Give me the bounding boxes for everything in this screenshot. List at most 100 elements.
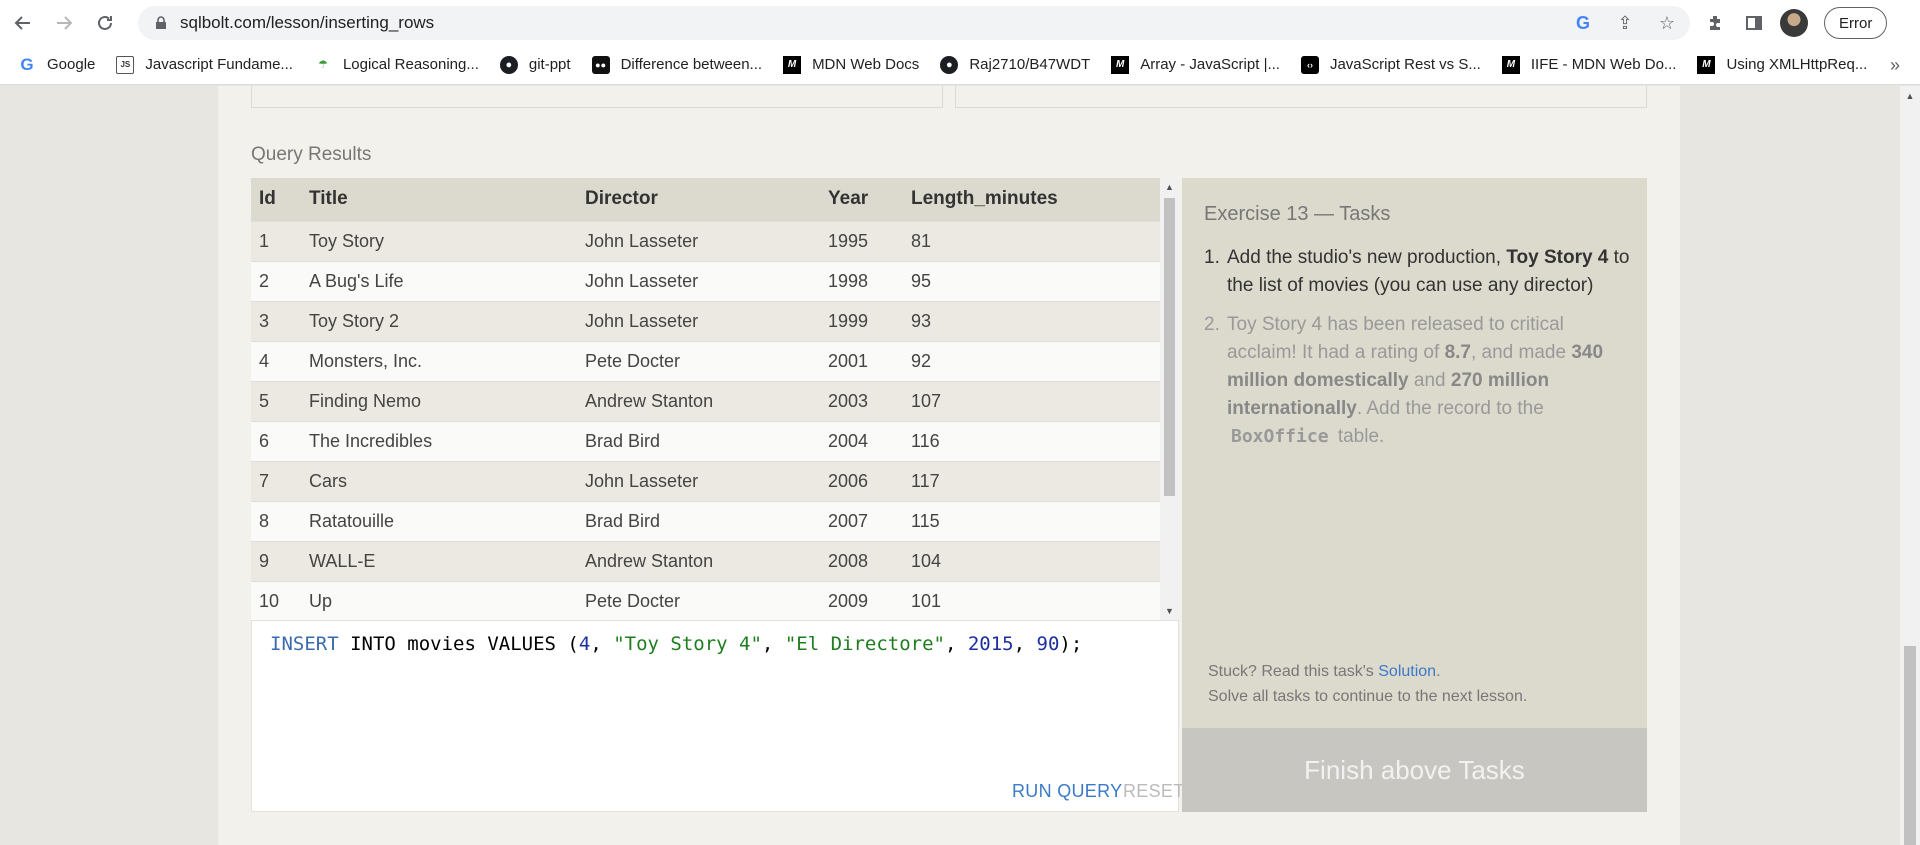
- cell-title: Finding Nemo: [301, 380, 577, 421]
- bookmark-using-xmlhttprequest[interactable]: M Using XMLHttpReq...: [1697, 55, 1867, 74]
- cell-id: 1: [251, 220, 301, 261]
- cell-id: 6: [251, 420, 301, 461]
- code-icon: ‹›: [1300, 55, 1319, 74]
- error-button[interactable]: Error: [1824, 7, 1888, 39]
- bookmark-raj2710[interactable]: ● Raj2710/B47WDT: [940, 55, 1090, 74]
- bookmark-difference-between[interactable]: ●● Difference between...: [591, 55, 762, 74]
- table-row: 9 WALL-E Andrew Stanton 2008 104: [251, 540, 1160, 581]
- cell-length: 101: [903, 580, 1160, 620]
- cell-year: 1999: [820, 300, 903, 341]
- cell-director: John Lasseter: [577, 300, 820, 341]
- tasks-title: Exercise 13 — Tasks: [1204, 203, 1391, 225]
- cell-title: The Incredibles: [301, 420, 577, 461]
- cell-year: 2003: [820, 380, 903, 421]
- cell-title: Toy Story: [301, 220, 577, 261]
- cell-director: Brad Bird: [577, 500, 820, 541]
- bookmark-google[interactable]: G Google: [18, 55, 95, 74]
- more-bookmarks-icon[interactable]: »: [1890, 45, 1900, 85]
- cell-title: Ratatouille: [301, 500, 577, 541]
- cell-length: 116: [903, 420, 1160, 461]
- page-content: Query Results Id Title Director Year Len…: [0, 86, 1920, 845]
- page-scroll-thumb[interactable]: [1904, 646, 1916, 845]
- side-panel-icon[interactable]: [1742, 11, 1766, 35]
- scroll-up-arrow-icon[interactable]: ▲: [1160, 178, 1179, 196]
- bookmark-mdn-web-docs[interactable]: M MDN Web Docs: [783, 55, 919, 74]
- task-item-2: 2. Toy Story 4 has been released to criti…: [1204, 314, 1604, 447]
- cell-length: 81: [903, 220, 1160, 261]
- cell-director: Pete Docter: [577, 340, 820, 381]
- run-query-button[interactable]: RUN QUERY: [1012, 781, 1122, 802]
- results-table-container: Id Title Director Year Length_minutes 1T…: [251, 178, 1179, 620]
- cell-id: 7: [251, 460, 301, 501]
- medium-icon: ●●: [591, 55, 610, 74]
- table-row: 7 Cars John Lasseter 2006 117: [251, 460, 1160, 501]
- cell-director: Andrew Stanton: [577, 540, 820, 581]
- leaf-icon: ☂: [318, 59, 328, 71]
- cell-length: 104: [903, 540, 1160, 581]
- reload-icon[interactable]: [87, 5, 123, 41]
- cell-id: 4: [251, 340, 301, 381]
- lock-icon: [156, 16, 166, 29]
- profile-avatar[interactable]: [1780, 9, 1808, 37]
- mdn-icon: M: [1697, 55, 1716, 74]
- task-list: 1. Add the studio's new production, Toy S…: [1204, 244, 1634, 451]
- lesson-container: Query Results Id Title Director Year Len…: [218, 86, 1680, 845]
- cell-director: Brad Bird: [577, 420, 820, 461]
- cell-year: 1995: [820, 220, 903, 261]
- cell-director: John Lasseter: [577, 260, 820, 301]
- results-scrollbar[interactable]: ▲ ▼: [1160, 178, 1179, 620]
- solution-link[interactable]: Solution: [1378, 663, 1436, 680]
- results-table: Id Title Director Year Length_minutes 1T…: [251, 178, 1160, 620]
- bookmark-javascript-fundamentals[interactable]: JS Javascript Fundame...: [116, 55, 293, 74]
- bookmark-git-ppt[interactable]: ● git-ppt: [499, 55, 571, 74]
- page-scroll-up-icon[interactable]: ▲: [1900, 88, 1920, 104]
- cell-length: 95: [903, 260, 1160, 301]
- star-icon[interactable]: ☆: [1656, 12, 1678, 34]
- github-icon: ●: [499, 55, 518, 74]
- bookmark-javascript-rest[interactable]: ‹› JavaScript Rest vs S...: [1300, 55, 1481, 74]
- google-lens-icon[interactable]: G: [1572, 12, 1594, 34]
- cell-director: John Lasseter: [577, 460, 820, 501]
- stuck-hint: Stuck? Read this task's Solution. Solve …: [1208, 663, 1528, 705]
- share-icon[interactable]: ⇪: [1614, 12, 1636, 34]
- previous-panel-left: [251, 86, 943, 108]
- back-arrow-icon[interactable]: [5, 5, 41, 41]
- table-row: 4 Monsters, Inc. Pete Docter 2001 92: [251, 340, 1160, 381]
- scroll-down-arrow-icon[interactable]: ▼: [1160, 602, 1179, 620]
- column-header-year: Year: [820, 178, 903, 221]
- cell-year: 2004: [820, 420, 903, 461]
- bookmark-array-javascript[interactable]: M Array - JavaScript |...: [1111, 55, 1280, 74]
- cell-length: 107: [903, 380, 1160, 421]
- cell-director: Pete Docter: [577, 580, 820, 620]
- cell-id: 5: [251, 380, 301, 421]
- sql-code[interactable]: INSERT INTO movies VALUES (4, "Toy Story…: [270, 633, 1082, 655]
- address-bar[interactable]: sqlbolt.com/lesson/inserting_rows G ⇪ ☆: [138, 6, 1690, 40]
- url-text[interactable]: sqlbolt.com/lesson/inserting_rows: [180, 13, 434, 33]
- column-header-director: Director: [577, 178, 820, 221]
- table-row: 3 Toy Story 2 John Lasseter 1999 93: [251, 300, 1160, 341]
- cell-id: 3: [251, 300, 301, 341]
- results-scroll-thumb[interactable]: [1164, 198, 1175, 496]
- cell-director: John Lasseter: [577, 220, 820, 261]
- boxoffice-table-tag: BoxOffice: [1231, 426, 1329, 447]
- extensions-icon[interactable]: [1704, 11, 1728, 35]
- cell-length: 93: [903, 300, 1160, 341]
- browser-toolbar: sqlbolt.com/lesson/inserting_rows G ⇪ ☆ …: [0, 0, 1920, 45]
- cell-title: Cars: [301, 460, 577, 501]
- forward-arrow-icon[interactable]: [46, 5, 82, 41]
- table-row: 2A Bug's Life John Lasseter 1998 95: [251, 260, 1160, 301]
- cell-director: Andrew Stanton: [577, 380, 820, 421]
- reset-button[interactable]: RESET: [1123, 781, 1185, 802]
- table-row: 10 Up Pete Docter 2009 101: [251, 580, 1160, 620]
- cell-year: 2007: [820, 500, 903, 541]
- cell-year: 2009: [820, 580, 903, 620]
- page-scrollbar[interactable]: ▲: [1900, 86, 1920, 845]
- table-row: 6 The Incredibles Brad Bird 2004 116: [251, 420, 1160, 461]
- table-row: 8 Ratatouille Brad Bird 2007 115: [251, 500, 1160, 541]
- column-header-length: Length_minutes: [903, 178, 1160, 221]
- bookmark-iife-mdn[interactable]: M IIFE - MDN Web Do...: [1501, 55, 1676, 74]
- sql-editor[interactable]: INSERT INTO movies VALUES (4, "Toy Story…: [251, 620, 1184, 812]
- js-doc-icon: JS: [116, 55, 135, 74]
- bookmark-logical-reasoning[interactable]: ☂ Logical Reasoning...: [314, 56, 479, 74]
- cell-title: Monsters, Inc.: [301, 340, 577, 381]
